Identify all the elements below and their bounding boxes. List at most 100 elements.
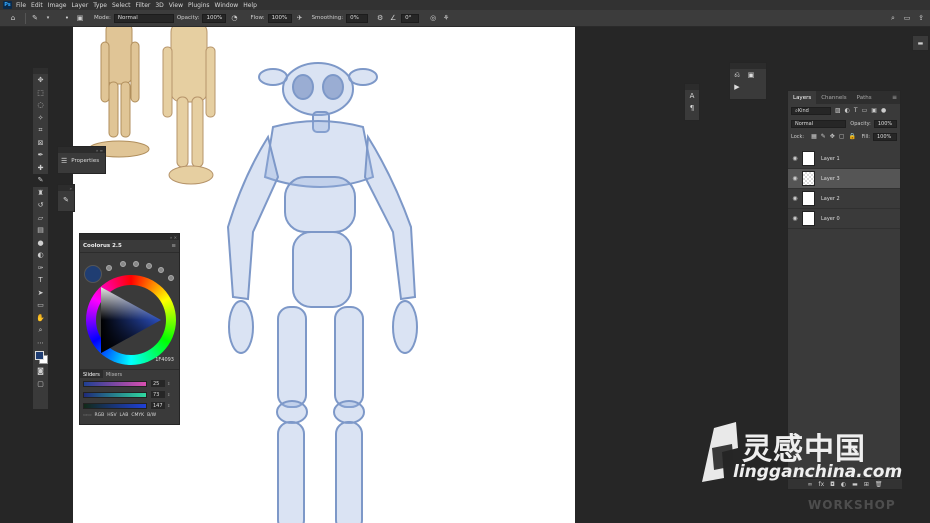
angle-field[interactable]: 0° — [401, 13, 420, 23]
menu-image[interactable]: Image — [48, 2, 67, 9]
zoom-tool-icon[interactable]: ⌕ — [33, 324, 48, 337]
layer-name[interactable]: Layer 3 — [821, 176, 840, 182]
mode-bw[interactable]: B/W — [147, 413, 156, 418]
eye-icon[interactable]: ◉ — [788, 195, 802, 202]
pressure-opacity-icon[interactable]: ◔ — [229, 13, 239, 23]
menu-file[interactable]: File — [16, 2, 26, 9]
blue-value[interactable]: 147 — [151, 402, 165, 409]
pixel-filter-icon[interactable]: ▨ — [835, 107, 841, 114]
filter-toggle-icon[interactable]: ● — [881, 107, 886, 114]
green-slider[interactable] — [83, 391, 147, 398]
workspace-icon[interactable]: ▭ — [902, 13, 912, 23]
brush-settings-icon[interactable]: ✎ — [58, 191, 74, 209]
lock-pixels-icon[interactable]: ✎ — [821, 133, 826, 140]
mode-rgb[interactable]: RGB — [95, 413, 105, 418]
chevron-down-icon[interactable]: ▾ — [43, 13, 53, 23]
brush-size-icon[interactable]: • — [62, 13, 72, 23]
shape-tool-icon[interactable]: ▭ — [33, 299, 48, 312]
frame-tool-icon[interactable]: ⊠ — [33, 137, 48, 150]
red-value[interactable]: 25 — [151, 380, 165, 387]
tab-sliders[interactable]: Sliders — [80, 370, 103, 378]
eraser-tool-icon[interactable]: ▱ — [33, 212, 48, 225]
tab-mixers[interactable]: Mixers — [103, 370, 125, 378]
menu-view[interactable]: View — [169, 2, 183, 9]
crop-tool-icon[interactable]: ⌗ — [33, 124, 48, 137]
mode-hsv[interactable]: HSV — [107, 413, 116, 418]
current-color-swatch[interactable] — [84, 265, 102, 283]
color-swatches[interactable] — [33, 349, 48, 365]
mode-select[interactable]: Normal — [113, 13, 174, 23]
lock-position-icon[interactable]: ✥ — [830, 133, 835, 140]
quick-select-tool-icon[interactable]: ✧ — [33, 112, 48, 125]
color-wheel-area[interactable]: 1F4093 — [80, 253, 179, 369]
menu-select[interactable]: Select — [112, 2, 131, 9]
swatch-preset-icon[interactable] — [168, 275, 174, 281]
airbrush-icon[interactable]: ✈ — [295, 13, 305, 23]
lasso-tool-icon[interactable]: ◌ — [33, 99, 48, 112]
history-brush-icon[interactable]: ↺ — [33, 199, 48, 212]
blend-mode-select[interactable]: Normal — [791, 119, 847, 128]
flow-field[interactable]: 100% — [267, 13, 292, 23]
menu-layer[interactable]: Layer — [71, 2, 88, 9]
menu-help[interactable]: Help — [243, 2, 257, 9]
brush-settings-icon[interactable]: ▣ — [75, 13, 85, 23]
libraries-icon[interactable]: ▣ — [744, 69, 758, 81]
green-value[interactable]: 73 — [151, 391, 165, 398]
gradient-tool-icon[interactable]: ▤ — [33, 224, 48, 237]
smoothing-field[interactable]: 0% — [346, 13, 369, 23]
stepper-icon[interactable]: ⇕ — [167, 392, 170, 397]
quick-mask-icon[interactable]: ◙ — [33, 365, 48, 378]
home-icon[interactable]: ⌂ — [8, 13, 18, 23]
type-filter-icon[interactable]: T — [854, 107, 858, 114]
gear-icon[interactable]: ⚙ — [375, 13, 385, 23]
eye-icon[interactable]: ◉ — [788, 215, 802, 222]
opacity-field[interactable]: 100% — [202, 13, 227, 23]
swatch-preset-icon[interactable] — [133, 261, 139, 267]
blur-tool-icon[interactable]: ● — [33, 237, 48, 250]
eye-icon[interactable]: ◉ — [788, 155, 802, 162]
layer-row[interactable]: ◉ Layer 1 — [788, 149, 900, 169]
shape-filter-icon[interactable]: ▭ — [862, 107, 868, 114]
healing-tool-icon[interactable]: ✚ — [33, 162, 48, 175]
tab-channels[interactable]: Channels — [816, 91, 851, 104]
type-tool-icon[interactable]: T — [33, 274, 48, 287]
menu-icon[interactable]: ≡ — [171, 243, 176, 249]
panel-collapse-icon[interactable]: ▬ — [912, 35, 929, 51]
symmetry-icon[interactable]: ⚘ — [441, 13, 451, 23]
character-icon[interactable]: A — [685, 90, 699, 102]
screen-mode-icon[interactable]: ▢ — [33, 378, 48, 391]
mode-lab[interactable]: LAB — [120, 413, 129, 418]
marquee-tool-icon[interactable]: ⬚ — [33, 87, 48, 100]
more-tools-icon[interactable]: ⋯ — [33, 337, 48, 350]
layer-row-selected[interactable]: ◉ Layer 3 — [788, 169, 900, 189]
swatch-preset-icon[interactable] — [106, 265, 112, 271]
pressure-size-icon[interactable]: ◎ — [428, 13, 438, 23]
tab-paths[interactable]: Paths — [852, 91, 877, 104]
path-select-tool-icon[interactable]: ➤ — [33, 287, 48, 300]
properties-panel[interactable]: » ≡ ☰ Properties — [57, 146, 106, 174]
mode-cmyk[interactable]: CMYK — [131, 413, 144, 418]
smart-object-filter-icon[interactable]: ▣ — [871, 107, 877, 114]
layer-name[interactable]: Layer 1 — [821, 156, 840, 162]
lock-transparency-icon[interactable]: ▦ — [811, 133, 817, 140]
swatch-preset-icon[interactable] — [146, 263, 152, 269]
hue-wheel[interactable] — [86, 275, 176, 365]
stamp-tool-icon[interactable]: ♜ — [33, 187, 48, 200]
properties-button[interactable]: ☰ Properties — [58, 153, 105, 169]
dodge-tool-icon[interactable]: ◐ — [33, 249, 48, 262]
stepper-icon[interactable]: ⇕ — [167, 403, 170, 408]
blue-slider[interactable] — [83, 402, 147, 409]
brush-settings-panel[interactable]: » ✎ — [57, 184, 75, 212]
foreground-color-swatch[interactable] — [35, 351, 44, 360]
share-icon[interactable]: ⇪ — [916, 13, 926, 23]
menu-window[interactable]: Window — [215, 2, 239, 9]
layer-row[interactable]: ◉ Layer 0 — [788, 209, 900, 229]
menu-edit[interactable]: Edit — [31, 2, 43, 9]
paragraph-icon[interactable]: ¶ — [685, 102, 699, 114]
red-slider[interactable] — [83, 380, 147, 387]
stepper-icon[interactable]: ⇕ — [167, 381, 170, 386]
filter-kind-select[interactable]: ⌕ Kind — [791, 106, 831, 115]
brush-tool-icon[interactable]: ✎ — [33, 174, 48, 187]
swatch-preset-icon[interactable] — [120, 261, 126, 267]
fill-field[interactable]: 100% — [873, 132, 897, 141]
